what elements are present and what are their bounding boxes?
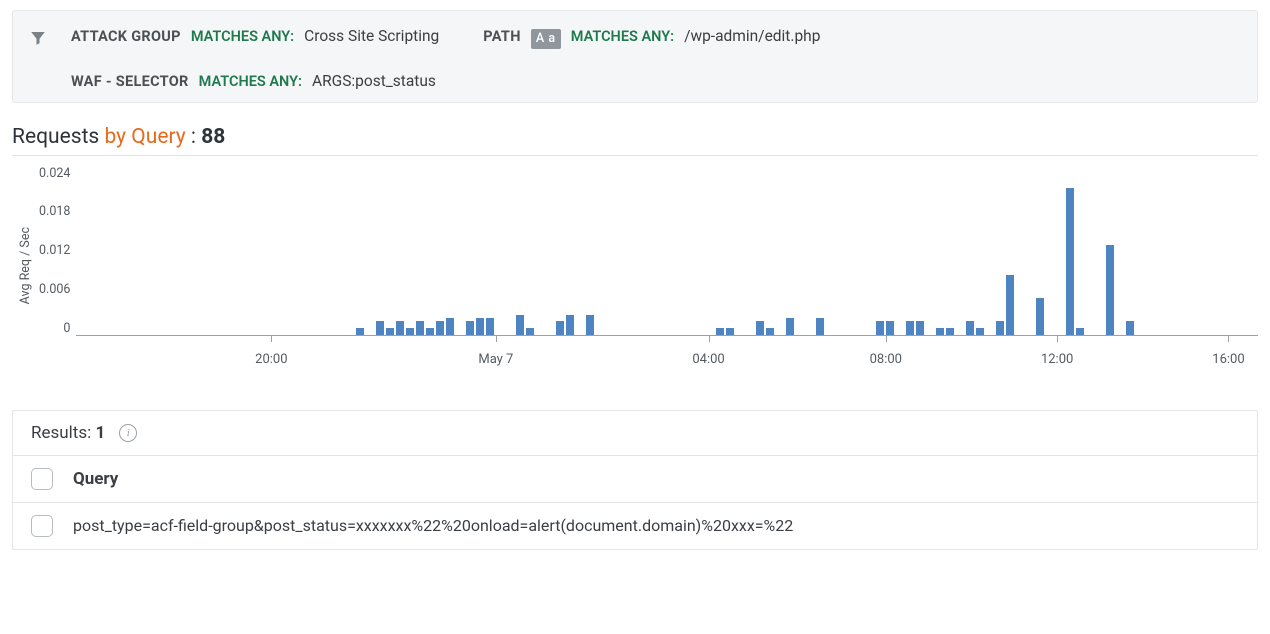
- row-query-value: post_type=acf-field-group&post_status=xx…: [73, 516, 793, 535]
- chart-x-tick-label: 08:00: [870, 352, 902, 367]
- filter-icon[interactable]: [29, 29, 47, 51]
- chart-plot-area[interactable]: [76, 166, 1258, 336]
- chart-bar[interactable]: [406, 328, 414, 335]
- filter-clause-waf-selector[interactable]: WAF - SELECTOR MATCHES ANY: ARGS:post_st…: [71, 72, 1229, 90]
- chart-y-tick: 0.024: [39, 168, 70, 181]
- chart-bar[interactable]: [936, 328, 944, 335]
- chart-bar[interactable]: [946, 328, 954, 335]
- column-header-query[interactable]: Query: [73, 469, 118, 489]
- chart-bar[interactable]: [526, 328, 534, 335]
- chart-bar[interactable]: [906, 321, 914, 334]
- results-count: 1: [95, 423, 105, 443]
- chart-bar[interactable]: [976, 328, 984, 335]
- chart-bar[interactable]: [356, 328, 364, 335]
- chart-bar[interactable]: [586, 315, 594, 335]
- section-title: Requests by Query : 88: [12, 125, 1258, 156]
- filter-value: ARGS:post_status: [312, 72, 436, 90]
- info-icon[interactable]: i: [119, 424, 137, 442]
- section-title-sep: :: [186, 125, 202, 149]
- chart-bar[interactable]: [566, 315, 574, 335]
- chart-bar[interactable]: [1066, 188, 1074, 335]
- section-title-prefix: Requests: [12, 125, 104, 149]
- chart-plot[interactable]: 20:00 May 7 04:00 08:00 12:00 16:00: [76, 166, 1258, 366]
- chart-bar[interactable]: [1126, 321, 1134, 334]
- chart-bar[interactable]: [716, 328, 724, 335]
- chart-bar[interactable]: [556, 321, 564, 334]
- chart-bar[interactable]: [1006, 275, 1014, 335]
- chart-bar[interactable]: [426, 328, 434, 335]
- chart-bar[interactable]: [386, 328, 394, 335]
- chart-bar[interactable]: [1036, 298, 1044, 335]
- chart: Avg Req / Sec 0.024 0.018 0.012 0.006 0 20:0…: [12, 166, 1258, 366]
- select-all-checkbox[interactable]: [31, 468, 53, 490]
- filter-clause-attack-group[interactable]: ATTACK GROUP MATCHES ANY: Cross Site Scr…: [71, 27, 439, 48]
- table-header-row: Query: [13, 456, 1257, 503]
- chart-bar[interactable]: [726, 328, 734, 335]
- chart-bar[interactable]: [966, 321, 974, 334]
- chart-y-tick: 0.012: [39, 245, 70, 258]
- chart-bar[interactable]: [816, 318, 824, 335]
- chart-y-tick: 0.018: [39, 206, 70, 219]
- chart-bar[interactable]: [446, 318, 454, 335]
- filter-field-label: PATH: [483, 28, 520, 45]
- filter-op-label: MATCHES ANY:: [571, 28, 674, 45]
- table-row[interactable]: post_type=acf-field-group&post_status=xx…: [13, 503, 1257, 549]
- chart-x-labels: 20:00 May 7 04:00 08:00 12:00 16:00: [76, 342, 1258, 366]
- chart-bar[interactable]: [916, 321, 924, 334]
- chart-x-tick-label: 20:00: [255, 352, 287, 367]
- filter-value: Cross Site Scripting: [304, 27, 439, 45]
- chart-x-tick-label: May 7: [478, 352, 513, 367]
- filter-field-label: WAF - SELECTOR: [71, 73, 189, 90]
- chart-y-ticks: 0.024 0.018 0.012 0.006 0: [39, 166, 76, 336]
- filter-op-label: MATCHES ANY:: [199, 73, 302, 90]
- chart-bar[interactable]: [516, 315, 524, 335]
- chart-bar[interactable]: [786, 318, 794, 335]
- chart-bar[interactable]: [766, 328, 774, 335]
- chart-y-axis-label: Avg Req / Sec: [16, 227, 35, 304]
- chart-bar[interactable]: [756, 321, 764, 334]
- case-sensitivity-badge[interactable]: A a: [531, 29, 561, 49]
- chart-y-tick: 0.006: [39, 284, 70, 297]
- section-title-byquery: by Query: [104, 125, 185, 149]
- chart-bar[interactable]: [486, 318, 494, 335]
- chart-bar[interactable]: [886, 321, 894, 334]
- chart-bar[interactable]: [376, 321, 384, 334]
- filter-clause-path[interactable]: PATH A a MATCHES ANY: /wp-admin/edit.php: [483, 27, 820, 48]
- chart-bar[interactable]: [1106, 245, 1114, 335]
- chart-bar[interactable]: [466, 321, 474, 334]
- section-title-count: 88: [201, 125, 225, 149]
- results-block: Results: 1 i Query post_type=acf-field-g…: [12, 410, 1258, 550]
- chart-x-tick-label: 04:00: [692, 352, 724, 367]
- filter-clauses: ATTACK GROUP MATCHES ANY: Cross Site Scr…: [71, 27, 1229, 90]
- chart-x-tick-label: 12:00: [1041, 352, 1073, 367]
- chart-bar[interactable]: [416, 321, 424, 334]
- chart-bar[interactable]: [876, 321, 884, 334]
- filter-op-label: MATCHES ANY:: [191, 28, 294, 45]
- chart-bar[interactable]: [436, 321, 444, 334]
- chart-y-tick: 0: [39, 323, 70, 336]
- filter-bar: ATTACK GROUP MATCHES ANY: Cross Site Scr…: [12, 10, 1258, 103]
- row-checkbox[interactable]: [31, 515, 53, 537]
- chart-bar[interactable]: [996, 321, 1004, 334]
- filter-value: /wp-admin/edit.php: [684, 27, 820, 45]
- chart-bar[interactable]: [396, 321, 404, 334]
- chart-bar[interactable]: [476, 318, 484, 335]
- results-label: Results: 1: [31, 423, 105, 443]
- filter-field-label: ATTACK GROUP: [71, 28, 181, 45]
- chart-x-tick-label: 16:00: [1212, 352, 1244, 367]
- results-header: Results: 1 i: [13, 411, 1257, 456]
- chart-bar[interactable]: [1076, 328, 1084, 335]
